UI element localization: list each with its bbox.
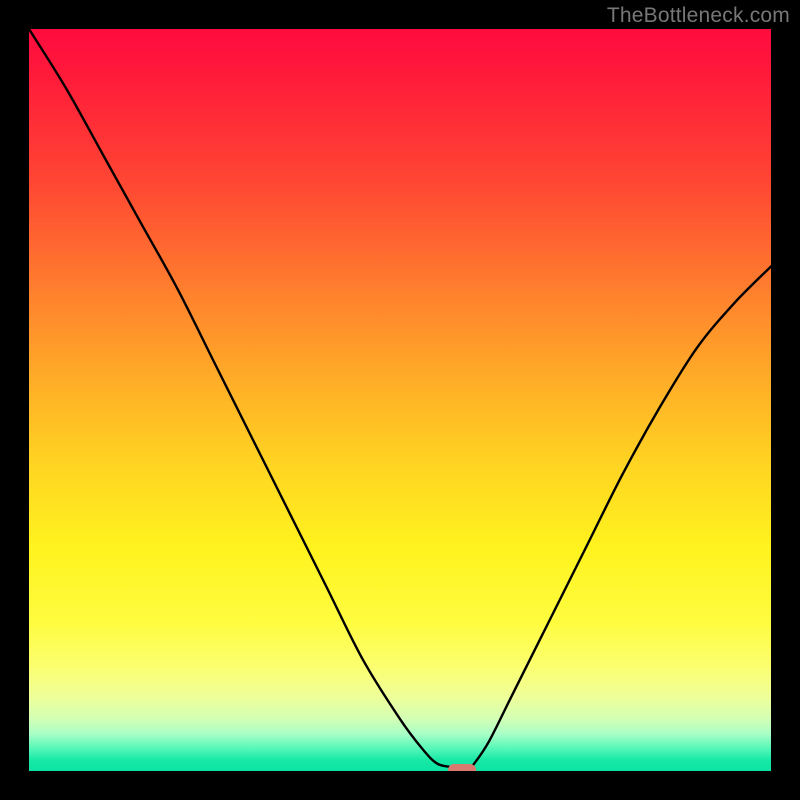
watermark-text: TheBottleneck.com: [607, 4, 790, 28]
plot-area: [29, 29, 771, 771]
chart-container: TheBottleneck.com: [0, 0, 800, 800]
optimal-marker: [448, 764, 476, 771]
bottleneck-curve: [29, 29, 771, 771]
